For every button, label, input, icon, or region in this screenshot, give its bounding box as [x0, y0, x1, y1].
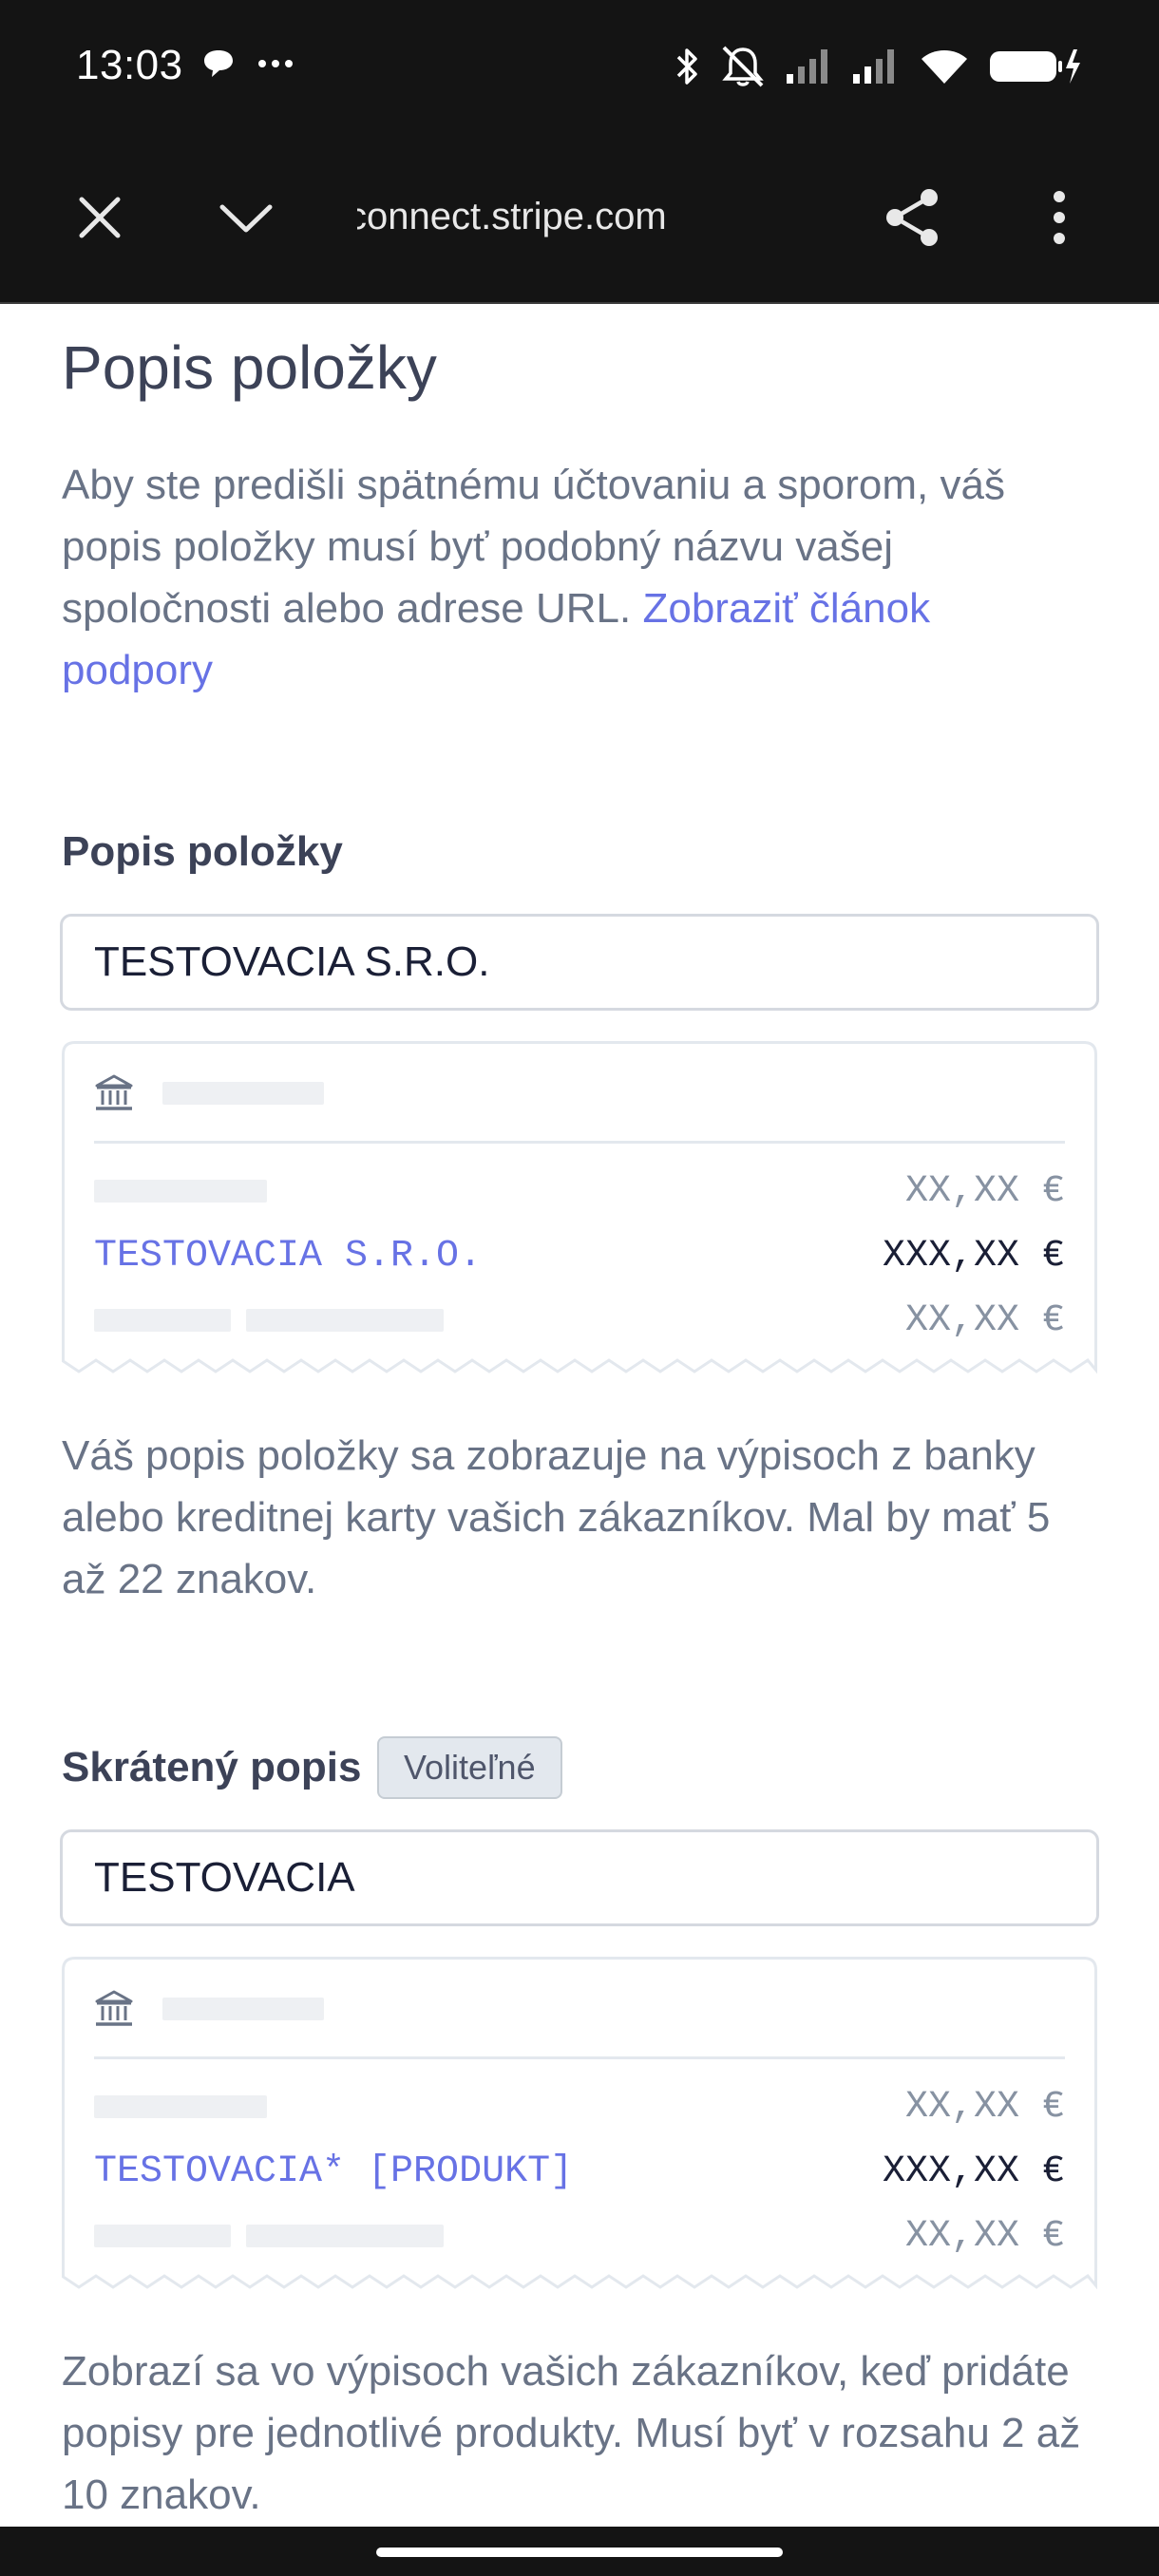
statement-preview: XX,XX € TESTOVACIA S.R.O. XXX,XX € XX,XX…	[62, 1041, 1097, 1383]
page-title: Popis položky	[62, 333, 437, 402]
placeholder-bar	[246, 1309, 444, 1332]
statement-divider	[94, 2056, 1065, 2059]
more-dots-icon	[258, 60, 293, 67]
row3-amount: XX,XX €	[904, 2215, 1065, 2258]
home-gesture-handle[interactable]	[376, 2548, 783, 2557]
descriptor-value: TESTOVACIA S.R.O.	[94, 938, 490, 985]
more-vert-icon[interactable]	[1026, 184, 1092, 251]
descriptor-help: Váš popis položky sa zobrazuje na výpiso…	[62, 1432, 1051, 1602]
optional-badge: Voliteľné	[377, 1736, 562, 1799]
short-descriptor-help: Zobrazí sa vo výpisoch vašich zákazníkov…	[62, 2348, 1081, 2518]
status-left-icons	[201, 47, 294, 80]
placeholder-bar	[162, 1998, 324, 2020]
descriptor-preview-text: TESTOVACIA S.R.O.	[94, 1235, 483, 1278]
status-bar: 13:03	[0, 0, 1159, 133]
short-descriptor-value: TESTOVACIA	[94, 1854, 355, 1901]
torn-edge	[62, 2274, 1097, 2299]
short-statement-preview: XX,XX € TESTOVACIA* [PRODUKT] XXX,XX € X…	[62, 1957, 1097, 2299]
placeholder-bar	[162, 1082, 324, 1105]
bluetooth-icon	[676, 48, 697, 85]
row2-amount: XXX,XX €	[882, 1235, 1065, 1278]
short-descriptor-preview-text: TESTOVACIA* [PRODUKT]	[94, 2150, 574, 2193]
chat-bubble-icon	[204, 50, 233, 77]
muted-bell-icon	[722, 46, 764, 87]
status-right-icons	[673, 44, 1083, 89]
intro-text: Aby ste predišli spätnému účtovaniu a sp…	[62, 454, 1088, 701]
bank-icon	[95, 1074, 133, 1110]
row1-amount: XX,XX €	[904, 1170, 1065, 1213]
chevron-down-icon[interactable]	[213, 184, 279, 251]
descriptor-input[interactable]: TESTOVACIA S.R.O.	[60, 914, 1099, 1011]
torn-edge	[62, 1358, 1097, 1383]
placeholder-bar	[246, 2225, 444, 2247]
battery-charging-icon	[990, 49, 1080, 84]
descriptor-label: Popis položky	[62, 828, 343, 875]
placeholder-bar	[94, 1309, 231, 1332]
short-descriptor-input[interactable]: TESTOVACIA	[60, 1829, 1099, 1926]
statement-divider	[94, 1141, 1065, 1144]
signal-icon	[853, 49, 894, 84]
placeholder-bar	[94, 2095, 267, 2118]
url-text: connect.stripe.com	[357, 196, 667, 237]
share-icon[interactable]	[880, 184, 946, 251]
row3-amount: XX,XX €	[904, 1299, 1065, 1342]
status-time: 13:03	[76, 42, 183, 88]
close-icon[interactable]	[66, 184, 133, 251]
system-navigation-bar	[0, 2527, 1159, 2576]
placeholder-bar	[94, 1180, 267, 1203]
browser-toolbar: connect.stripe.com	[0, 133, 1159, 304]
short-descriptor-label: Skrátený popis	[62, 1744, 362, 1790]
placeholder-bar	[94, 2225, 231, 2247]
row1-amount: XX,XX €	[904, 2086, 1065, 2129]
url-bar[interactable]: connect.stripe.com	[357, 196, 756, 253]
signal-icon	[787, 49, 827, 84]
wifi-icon	[922, 50, 967, 84]
bank-icon	[95, 1990, 133, 2026]
row2-amount: XXX,XX €	[882, 2150, 1065, 2193]
